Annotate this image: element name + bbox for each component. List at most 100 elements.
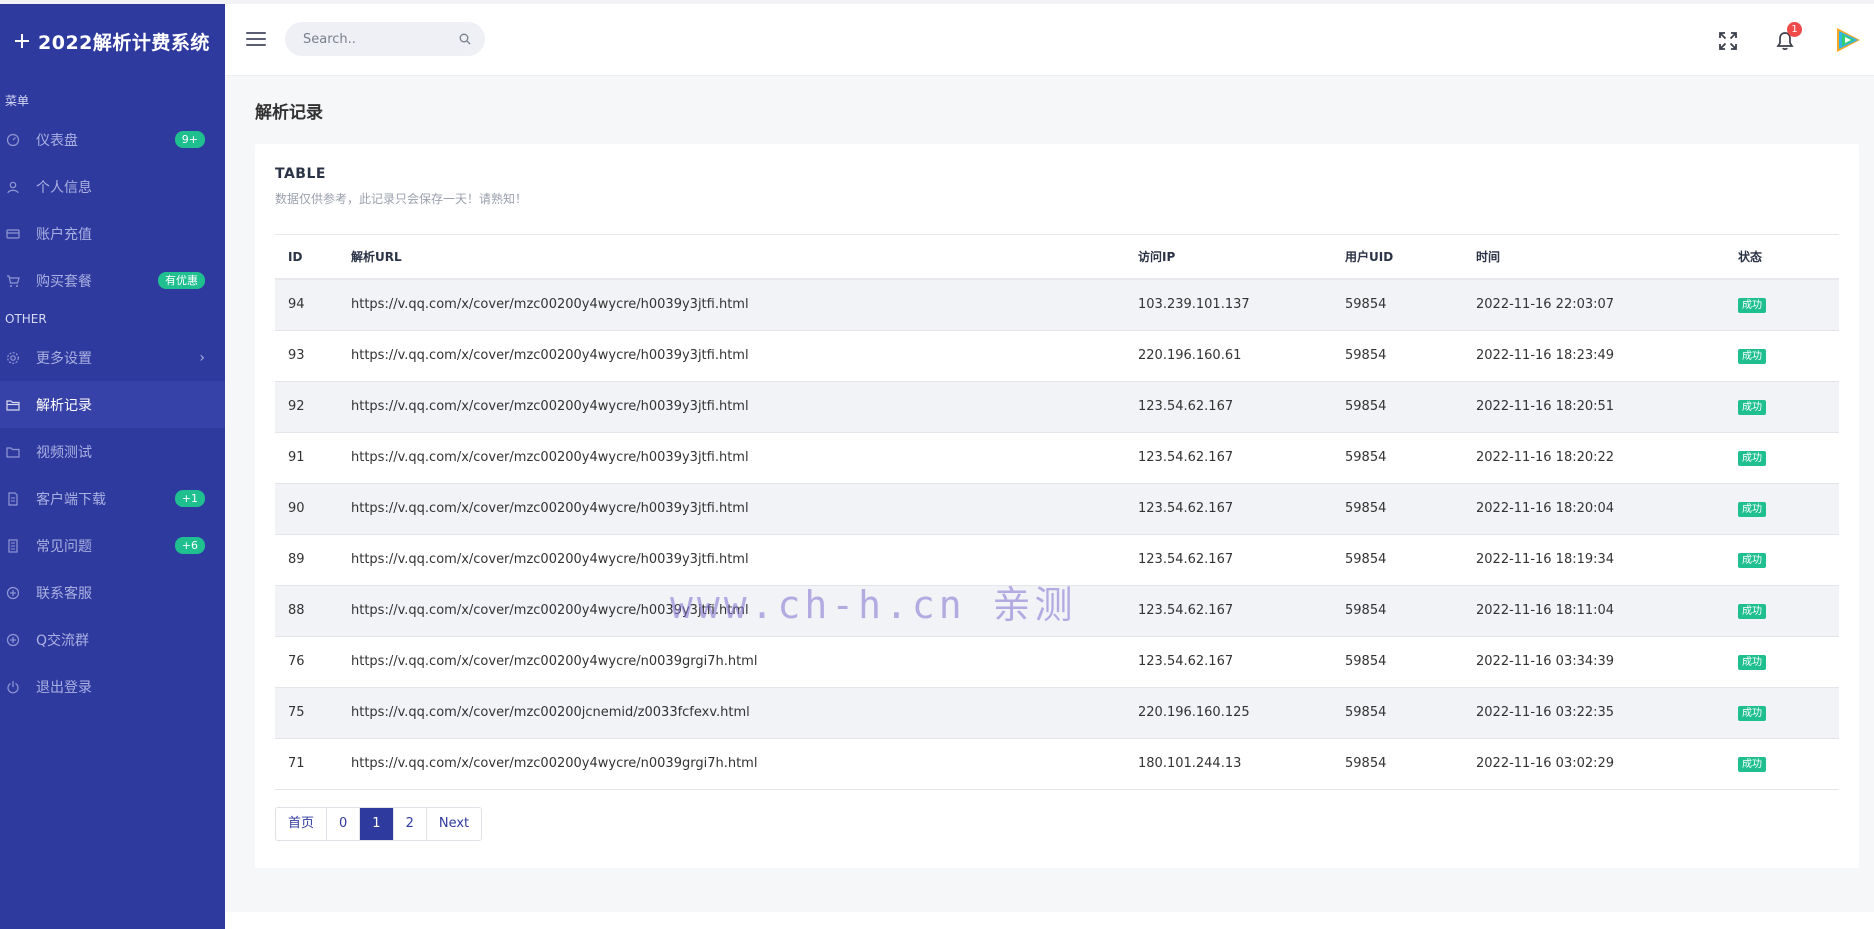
sidebar-item-label: 个人信息 — [36, 179, 92, 196]
cell-time: 2022-11-16 03:34:39 — [1476, 636, 1738, 688]
sidebar-item-label: 联系客服 — [36, 585, 92, 602]
folder-icon — [6, 398, 20, 412]
cell-url: https://v.qq.com/x/cover/mzc00200y4wycre… — [351, 636, 1138, 688]
plus-circle-icon — [6, 633, 20, 647]
sidebar-item-label: Q交流群 — [36, 632, 90, 649]
search-box — [285, 22, 485, 56]
cell-url: https://v.qq.com/x/cover/mzc00200y4wycre… — [351, 279, 1138, 331]
card-title: TABLE — [275, 166, 326, 182]
cell-url: https://v.qq.com/x/cover/mzc00200y4wycre… — [351, 483, 1138, 535]
cell-uid: 59854 — [1345, 738, 1476, 790]
sidebar-item-label: 退出登录 — [36, 679, 92, 696]
cell-status: 成功 — [1738, 534, 1839, 586]
file-icon — [6, 491, 20, 506]
app-root: 2022解析计费系统 菜单 仪表盘 9+ 个人信息账户充值 购买套餐 有优惠 OTHER… — [0, 0, 1874, 929]
sidebar-item[interactable]: 解析记录 — [0, 381, 225, 428]
power-icon — [6, 680, 20, 694]
column-header-id: ID — [275, 235, 351, 280]
page-link[interactable]: Next — [426, 808, 482, 840]
cell-uid: 59854 — [1345, 687, 1476, 739]
cell-time: 2022-11-16 18:11:04 — [1476, 585, 1738, 637]
sidebar-item[interactable]: Q交流群 — [0, 616, 225, 663]
status-badge: 成功 — [1738, 297, 1766, 313]
cell-url: https://v.qq.com/x/cover/mzc00200jcnemid… — [351, 687, 1138, 739]
sidebar-item[interactable]: 个人信息 — [0, 163, 225, 210]
status-badge: 成功 — [1738, 399, 1766, 415]
cell-uid: 59854 — [1345, 432, 1476, 484]
sidebar-item-label: 更多设置 — [36, 350, 92, 367]
sidebar-section-other: OTHER — [5, 312, 47, 326]
notifications-button[interactable]: 1 — [1772, 22, 1802, 54]
cell-time: 2022-11-16 18:20:04 — [1476, 483, 1738, 535]
notification-badge: 1 — [1787, 22, 1802, 37]
cell-uid: 59854 — [1345, 483, 1476, 535]
column-header-ip: 访问IP — [1138, 235, 1345, 280]
sidebar-item-badge: +1 — [174, 490, 205, 507]
sidebar-item[interactable]: 客户端下载 +1 — [0, 475, 225, 522]
cell-status: 成功 — [1738, 738, 1839, 790]
search-input[interactable] — [303, 31, 459, 47]
sidebar-item[interactable]: 退出登录 — [0, 663, 225, 710]
status-badge: 成功 — [1738, 552, 1766, 568]
sidebar-item[interactable]: 视频测试 — [0, 428, 225, 475]
cell-uid: 59854 — [1345, 381, 1476, 433]
card-subtitle: 数据仅供参考，此记录只会保存一天！请熟知！ — [275, 192, 528, 206]
user-icon — [6, 180, 20, 194]
page-link[interactable]: 1 — [360, 808, 394, 840]
table-row: 93 https://v.qq.com/x/cover/mzc00200y4wyc… — [275, 330, 1839, 382]
avatar[interactable] — [1830, 22, 1866, 58]
cell-id: 75 — [275, 687, 351, 739]
menu-toggle-button[interactable] — [246, 32, 266, 48]
page-link[interactable]: 2 — [393, 808, 427, 840]
sidebar-item[interactable]: 购买套餐 有优惠 — [0, 257, 225, 304]
brand[interactable]: 2022解析计费系统 — [0, 4, 225, 78]
sidebar-menu-list: 仪表盘 9+ 个人信息账户充值 购买套餐 有优惠 — [0, 116, 225, 304]
cell-ip: 123.54.62.167 — [1138, 534, 1345, 586]
cell-id: 91 — [275, 432, 351, 484]
page-link[interactable]: 0 — [327, 808, 361, 840]
cell-ip: 123.54.62.167 — [1138, 585, 1345, 637]
cell-time: 2022-11-16 22:03:07 — [1476, 279, 1738, 331]
fullscreen-icon — [1719, 32, 1737, 50]
sidebar-item[interactable]: 仪表盘 9+ — [0, 116, 225, 163]
cell-id: 90 — [275, 483, 351, 535]
table-row: 89 https://v.qq.com/x/cover/mzc00200y4wyc… — [275, 534, 1839, 586]
cell-status: 成功 — [1738, 483, 1839, 535]
video-play-logo-icon — [1830, 22, 1866, 58]
search-icon[interactable] — [459, 33, 471, 45]
table-row: 75 https://v.qq.com/x/cover/mzc00200jcnem… — [275, 687, 1839, 739]
cell-uid: 59854 — [1345, 636, 1476, 688]
sidebar-item[interactable]: 联系客服 — [0, 569, 225, 616]
sidebar-item-label: 解析记录 — [36, 397, 92, 414]
credit-card-icon — [6, 227, 20, 241]
fullscreen-button[interactable] — [1715, 28, 1741, 54]
sidebar-item[interactable]: 更多设置 › — [0, 334, 225, 381]
cell-ip: 123.54.62.167 — [1138, 432, 1345, 484]
cell-ip: 123.54.62.167 — [1138, 381, 1345, 433]
sidebar-item[interactable]: 账户充值 — [0, 210, 225, 257]
cell-status: 成功 — [1738, 636, 1839, 688]
column-header-url: 解析URL — [351, 235, 1138, 280]
page-link[interactable]: 首页 — [276, 808, 328, 840]
cell-uid: 59854 — [1345, 585, 1476, 637]
cell-url: https://v.qq.com/x/cover/mzc00200y4wycre… — [351, 534, 1138, 586]
sidebar-item-label: 常见问题 — [36, 538, 92, 555]
cell-uid: 59854 — [1345, 279, 1476, 331]
sidebar-section-menu: 菜单 — [5, 94, 30, 108]
hamburger-line — [246, 38, 266, 40]
sidebar-other-list: 更多设置 › 解析记录视频测试 客户端下载 +1 常见问题 +6 联系客服 Q交流群退出登录 — [0, 334, 225, 710]
cell-status: 成功 — [1738, 585, 1839, 637]
sidebar: 2022解析计费系统 菜单 仪表盘 9+ 个人信息账户充值 购买套餐 有优惠 OTHER… — [0, 4, 225, 929]
table-row: 94 https://v.qq.com/x/cover/mzc00200y4wyc… — [275, 279, 1839, 331]
hamburger-line — [246, 32, 266, 34]
cell-ip: 123.54.62.167 — [1138, 483, 1345, 535]
main-content: 解析记录 TABLE 数据仅供参考，此记录只会保存一天！请熟知！ ID 解析UR… — [225, 76, 1874, 912]
cell-status: 成功 — [1738, 432, 1839, 484]
dashboard-icon — [6, 133, 20, 147]
cell-url: https://v.qq.com/x/cover/mzc00200y4wycre… — [351, 432, 1138, 484]
cell-id: 76 — [275, 636, 351, 688]
cell-status: 成功 — [1738, 687, 1839, 739]
cell-status: 成功 — [1738, 381, 1839, 433]
sidebar-item-label: 仪表盘 — [36, 132, 78, 149]
sidebar-item[interactable]: 常见问题 +6 — [0, 522, 225, 569]
